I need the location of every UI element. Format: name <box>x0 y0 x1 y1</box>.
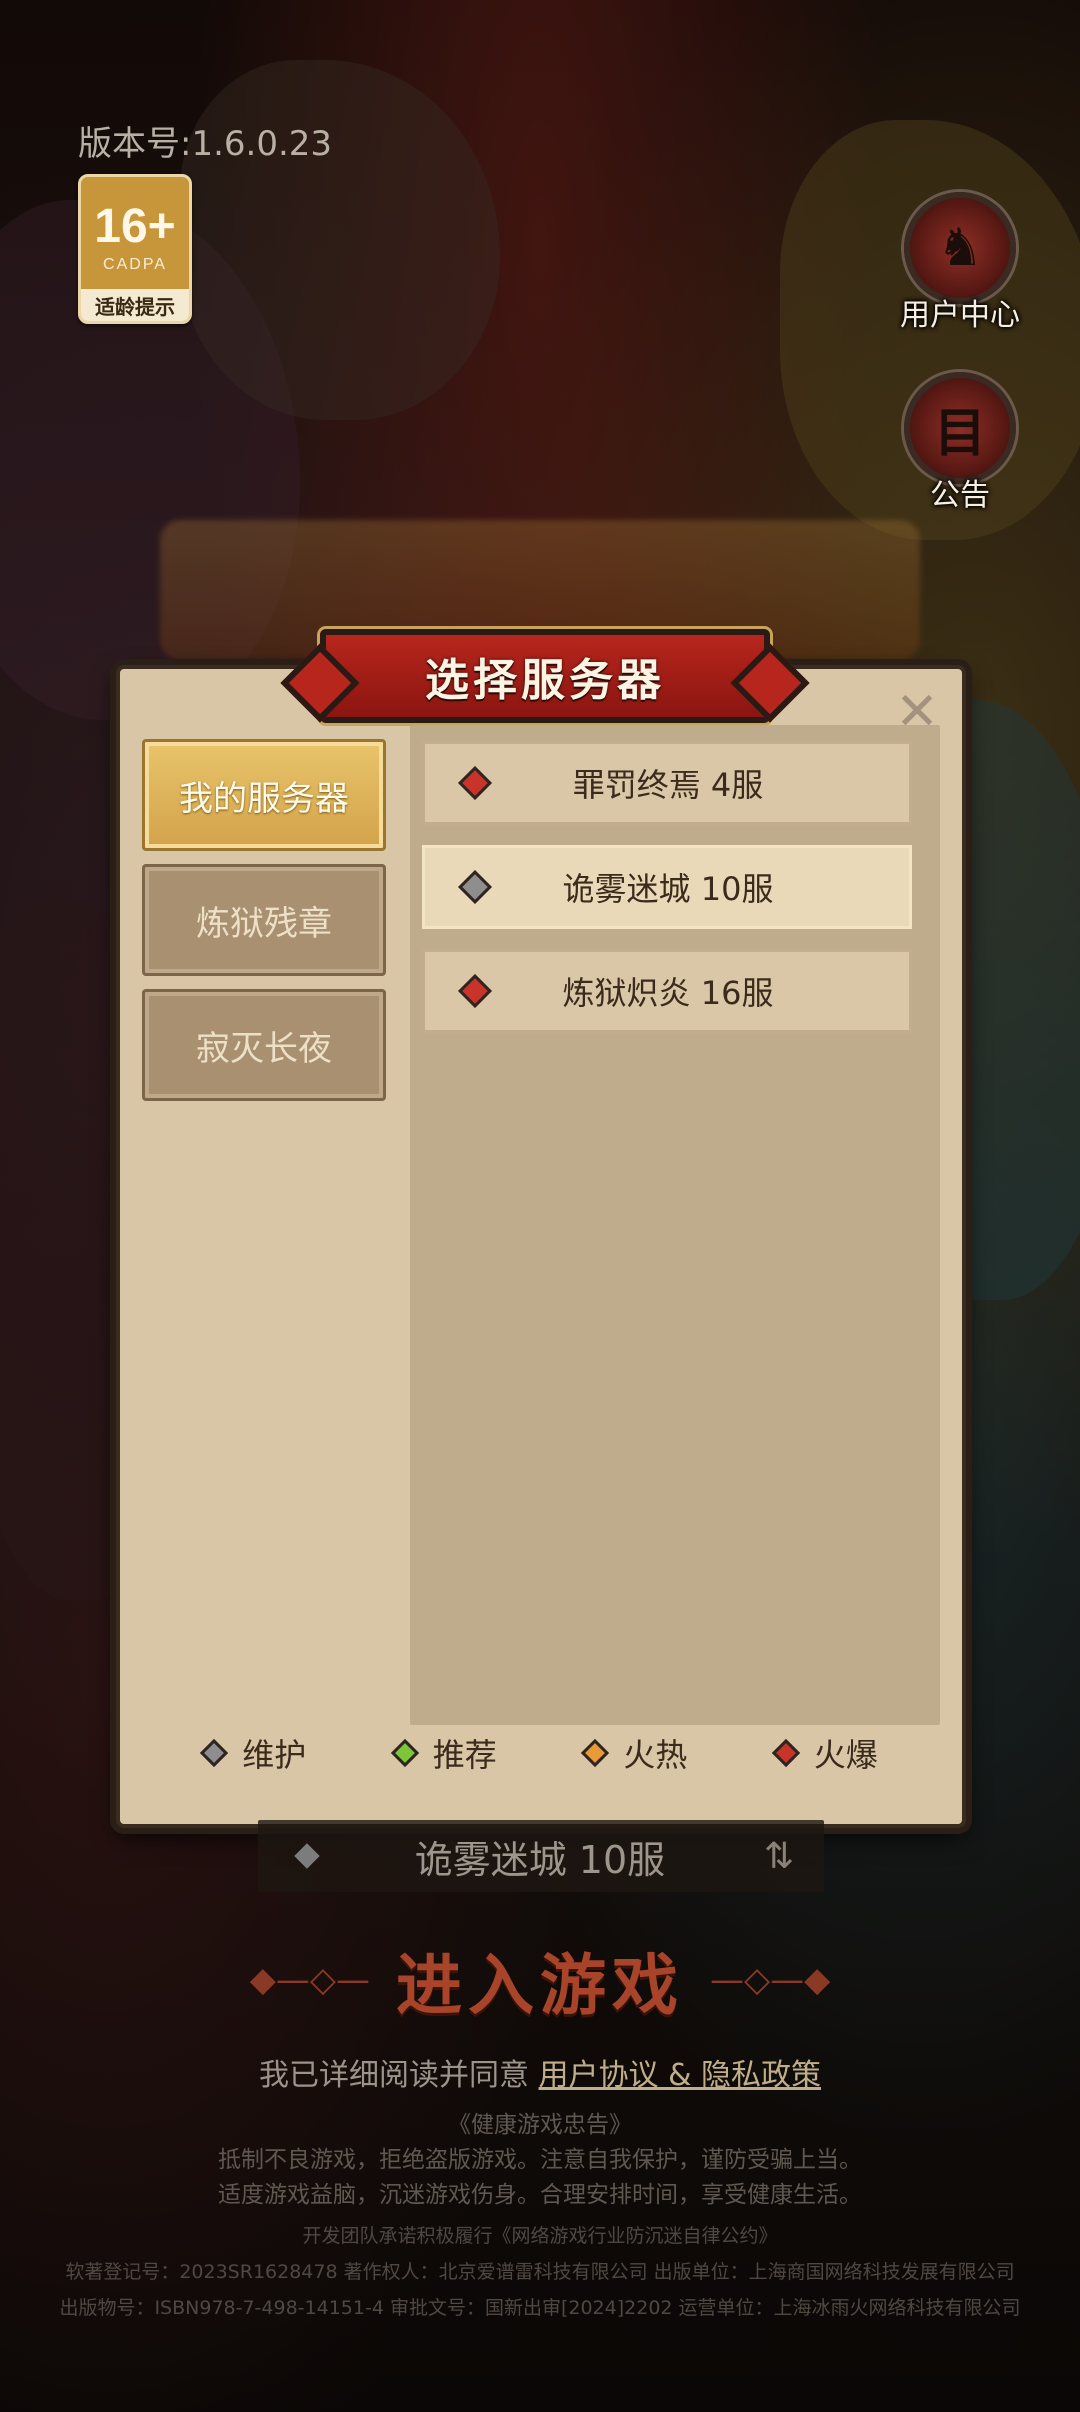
swap-icon: ⇅ <box>763 1835 794 1877</box>
server-name: 诡雾迷城 10服 <box>562 870 774 908</box>
legend-label: 火热 <box>623 1736 688 1774</box>
status-legend: 维护 推荐 火热 火爆 <box>120 1730 962 1776</box>
user-center-icon: ♞ <box>904 192 1016 304</box>
server-row[interactable]: 炼狱炽炎 16服 <box>422 949 912 1033</box>
legal-line: 出版物号：ISBN978-7-498-14151-4 审批文号：国新出审[202… <box>59 2297 1021 2319</box>
enter-game-button[interactable]: ◆—◇— 进入游戏 —◇—◆ <box>220 1935 860 2025</box>
legend-full: 火爆 <box>771 1730 878 1776</box>
tab-silent-night[interactable]: 寂灭长夜 <box>142 989 386 1101</box>
server-row[interactable]: 罪罚终焉 4服 <box>422 741 912 825</box>
version-label: 版本号:1.6.0.23 <box>78 124 333 164</box>
server-row-selected[interactable]: 诡雾迷城 10服 <box>422 845 912 929</box>
legal-line: 开发团队承诺积极履行《网络游戏行业防沉迷自律公约》 <box>302 2225 778 2247</box>
announcement-icon: 目 <box>904 372 1016 484</box>
age-rating-value: 16+ <box>94 200 176 253</box>
ornament-right-icon: —◇—◆ <box>710 1960 831 2000</box>
age-tip-label: 适龄提示 <box>81 289 189 321</box>
dialog-title: 选择服务器 <box>425 655 665 706</box>
tab-purgatory-remnant[interactable]: 炼狱残章 <box>142 864 386 976</box>
user-center-button[interactable]: ♞ 用户中心 <box>895 192 1025 334</box>
user-agreement-link[interactable]: 用户协议 <box>539 2058 659 2093</box>
health-title: 《健康游戏忠告》 <box>448 2112 632 2138</box>
user-center-label: 用户中心 <box>900 298 1020 333</box>
status-full-icon <box>771 1738 800 1768</box>
ornament-left-icon: ◆—◇— <box>249 1960 370 2000</box>
current-server-selector[interactable]: 诡雾迷城 10服 ⇅ <box>258 1820 824 1892</box>
dialog-title-banner: 选择服务器 <box>320 629 770 723</box>
tab-my-servers[interactable]: 我的服务器 <box>142 739 386 851</box>
legend-maintenance: 维护 <box>200 1730 307 1776</box>
legend-label: 维护 <box>242 1736 307 1774</box>
announcement-label: 公告 <box>930 478 990 513</box>
cadpa-label: CADPA <box>103 256 167 273</box>
server-list: 罪罚终焉 4服 诡雾迷城 10服 炼狱炽炎 16服 <box>410 725 940 1725</box>
status-recommend-icon <box>390 1738 419 1768</box>
legend-label: 火爆 <box>813 1736 878 1774</box>
privacy-policy-link[interactable]: 隐私政策 <box>701 2058 821 2093</box>
health-line: 抵制不良游戏，拒绝盗版游戏。注意自我保护，谨防受骗上当。 <box>218 2147 862 2173</box>
health-notice: 《健康游戏忠告》 抵制不良游戏，拒绝盗版游戏。注意自我保护，谨防受骗上当。 适度… <box>0 2108 1080 2213</box>
server-select-dialog: 选择服务器 ✕ 我的服务器 炼狱残章 寂灭长夜 罪罚终焉 4服 诡雾迷城 10服… <box>116 629 966 1828</box>
server-name: 炼狱炽炎 16服 <box>562 974 774 1012</box>
legend-recommend: 推荐 <box>390 1730 497 1776</box>
age-rating-badge[interactable]: 16+ CADPA 适龄提示 <box>78 174 192 324</box>
legal-info: 开发团队承诺积极履行《网络游戏行业防沉迷自律公约》 软著登记号：2023SR16… <box>0 2218 1080 2326</box>
server-name: 罪罚终焉 4服 <box>572 766 764 804</box>
enter-game-label: 进入游戏 <box>396 1947 684 2024</box>
health-line: 适度游戏益脑，沉迷游戏伤身。合理安排时间，享受健康生活。 <box>218 2182 862 2208</box>
agreement-line: 我已详细阅读并同意 用户协议 & 隐私政策 <box>0 2050 1080 2094</box>
status-maintenance-icon <box>200 1738 229 1768</box>
legend-label: 推荐 <box>432 1736 497 1774</box>
legend-hot: 火热 <box>581 1730 688 1776</box>
legal-line: 软著登记号：2023SR1628478 著作权人：北京爱谱雷科技有限公司 出版单… <box>65 2261 1015 2283</box>
status-hot-icon <box>581 1738 610 1768</box>
announcement-button[interactable]: 目 公告 <box>895 372 1025 514</box>
agreement-prefix: 我已详细阅读并同意 <box>258 2058 539 2093</box>
current-server-name: 诡雾迷城 10服 <box>414 1837 666 1882</box>
agreement-and: & <box>658 2058 701 2093</box>
